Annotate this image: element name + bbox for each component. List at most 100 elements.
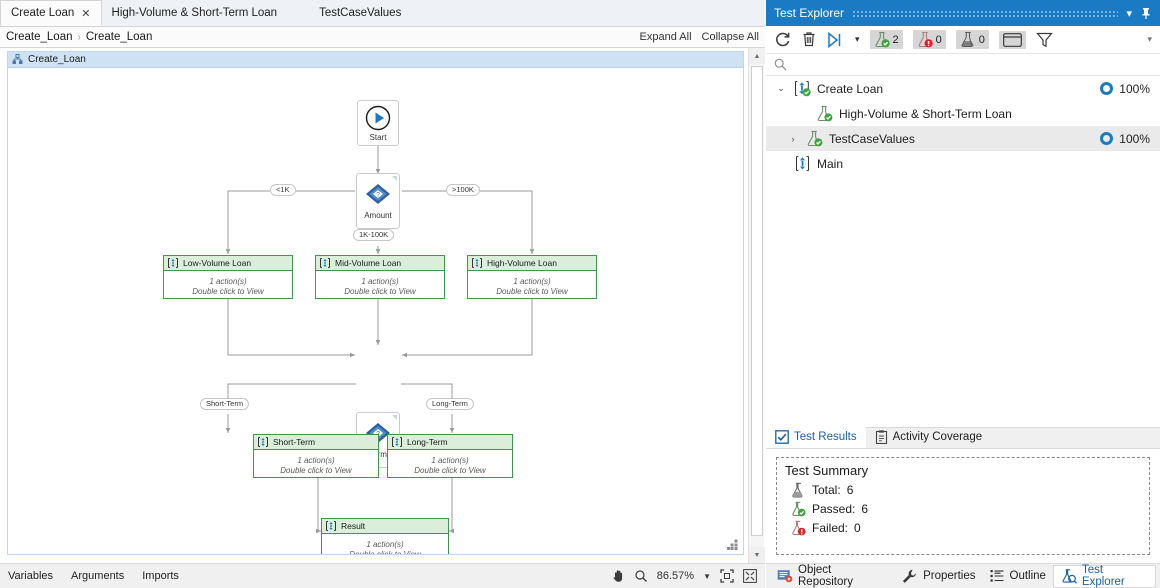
node-start[interactable]: Start — [357, 100, 399, 146]
flowchart-canvas[interactable]: Create_Loan Start ? Amount <1K >100K 1K-… — [7, 51, 744, 555]
node-sequence-result[interactable]: Result 1 action(s) Double click to View — [321, 518, 449, 555]
document-tab-create-loan[interactable]: Create Loan ✕ — [0, 0, 102, 26]
breadcrumb: Create_Loan › Create_Loan Expand All Col… — [0, 27, 765, 48]
tree-item-label: High-Volume & Short-Term Loan — [839, 106, 1012, 121]
chevron-down-icon[interactable]: ▾ — [1126, 7, 1132, 20]
expand-all-button[interactable]: Expand All — [640, 31, 692, 43]
failed-tests-filter[interactable]: 0 — [912, 30, 946, 49]
summary-value: 6 — [846, 483, 854, 497]
designer-vertical-scrollbar[interactable]: ▲ ▼ — [748, 48, 765, 563]
arguments-button[interactable]: Arguments — [71, 570, 124, 582]
project-passed-icon — [794, 80, 811, 97]
node-sequence-long-term[interactable]: Long-Term 1 action(s) Double click to Vi… — [387, 434, 513, 478]
wrench-icon — [902, 569, 918, 583]
tree-item-testcasevalues[interactable]: › TestCaseValues 100% — [766, 126, 1160, 151]
node-sequence-low-volume[interactable]: Low-Volume Loan 1 action(s) Double click… — [163, 255, 293, 299]
sequence-title: Result — [341, 521, 366, 531]
scroll-down-icon[interactable]: ▼ — [749, 547, 765, 563]
flowchart-icon — [12, 54, 23, 65]
close-icon[interactable]: ✕ — [81, 7, 90, 20]
flowchart-body[interactable]: Start ? Amount <1K >100K 1K-100K Low-Vol… — [8, 68, 743, 554]
summary-label: Passed: — [812, 502, 856, 516]
run-icon[interactable] — [827, 31, 845, 48]
expand-collapse-group: Expand All Collapse All — [640, 31, 759, 43]
chevron-down-icon[interactable]: ▾ — [855, 34, 860, 45]
tree-item-high-volume-short-term-loan[interactable]: High-Volume & Short-Term Loan — [766, 101, 1160, 126]
node-sequence-short-term[interactable]: Short-Term 1 action(s) Double click to V… — [253, 434, 379, 478]
passed-tests-filter[interactable]: 2 — [869, 30, 903, 49]
zoom-dropdown-icon[interactable]: ▼ — [703, 572, 711, 581]
sequence-icon — [472, 258, 482, 268]
node-start-label: Start — [369, 132, 387, 142]
dock-tab-test-explorer[interactable]: Test Explorer — [1052, 564, 1156, 588]
dock-tab-bar: Object Repository Properties Outline Tes… — [766, 563, 1160, 588]
document-tab-label: High-Volume & Short-Term Loan — [111, 7, 278, 19]
canvas-resize-grip[interactable] — [727, 539, 738, 550]
toolbar-overflow-icon[interactable]: ▾ — [1147, 34, 1152, 45]
test-tree[interactable]: ⌄ Create Loan 100% High-Volume & Short-T… — [766, 76, 1160, 427]
flask-icon — [791, 482, 806, 498]
zoom-magnifier-icon[interactable] — [634, 569, 648, 583]
search-input[interactable] — [793, 57, 1152, 72]
pan-hand-icon[interactable] — [611, 569, 625, 583]
tree-item-main[interactable]: Main — [766, 151, 1160, 176]
sequence-body: 1 action(s) Double click to View — [468, 271, 596, 303]
tab-test-results[interactable]: Test Results — [766, 426, 866, 448]
drag-grip[interactable] — [852, 9, 1119, 17]
sequence-hint: Double click to View — [192, 287, 264, 296]
designer-canvas-area: Create_Loan Start ? Amount <1K >100K 1K-… — [0, 48, 765, 563]
summary-row-total: Total: 6 — [791, 482, 1141, 498]
flask-icon — [960, 31, 976, 48]
failed-count: 0 — [935, 33, 942, 46]
dock-tab-properties[interactable]: Properties — [895, 565, 982, 588]
fit-to-screen-icon[interactable] — [720, 569, 734, 583]
sequence-title: Mid-Volume Loan — [335, 258, 402, 268]
chevron-right-icon[interactable]: › — [786, 134, 800, 144]
imports-button[interactable]: Imports — [142, 570, 179, 582]
tab-activity-coverage[interactable]: Activity Coverage — [866, 426, 991, 448]
collapse-all-button[interactable]: Collapse All — [702, 31, 759, 43]
tree-item-label: Main — [817, 156, 844, 171]
expand-canvas-icon[interactable] — [743, 569, 757, 583]
node-sequence-high-volume[interactable]: High-Volume Loan 1 action(s) Double clic… — [467, 255, 597, 299]
sequence-body: 1 action(s) Double click to View — [388, 450, 512, 482]
dock-tab-outline[interactable]: Outline — [983, 565, 1053, 588]
document-tab-label: TestCaseValues — [319, 7, 402, 19]
pin-icon[interactable] — [1140, 7, 1152, 20]
sequence-header: Long-Term — [388, 435, 512, 450]
scrollbar-thumb[interactable] — [751, 66, 763, 536]
breadcrumb-current[interactable]: Create_Loan — [86, 31, 153, 43]
test-results-panel: Test Summary Total: 6 Passed: 6 Failed: … — [766, 449, 1160, 563]
sequence-icon — [258, 437, 268, 447]
scroll-up-icon[interactable]: ▲ — [749, 48, 765, 64]
dock-tab-object-repository[interactable]: Object Repository — [770, 564, 895, 588]
document-tab-high-volume[interactable]: High-Volume & Short-Term Loan — [101, 0, 288, 26]
test-search-bar[interactable] — [766, 54, 1160, 76]
trash-icon[interactable] — [801, 31, 817, 48]
sequence-hint: Double click to View — [349, 550, 421, 555]
document-tab-testcasevalues[interactable]: TestCaseValues — [309, 0, 412, 26]
node-decision-amount[interactable]: ? Amount — [356, 173, 400, 229]
sequence-header: High-Volume Loan — [468, 256, 596, 271]
edge-label-1k-100k: 1K-100K — [353, 229, 395, 242]
designer-pane: Create Loan ✕ High-Volume & Short-Term L… — [0, 0, 765, 588]
tree-item-create-loan[interactable]: ⌄ Create Loan 100% — [766, 76, 1160, 101]
coverage-percent: 100% — [1119, 131, 1150, 146]
summary-label: Total: — [812, 483, 841, 497]
sequence-action-count: 1 action(s) — [366, 540, 404, 549]
designer-status-bar: Variables Arguments Imports 86.57% ▼ — [0, 563, 765, 588]
test-summary-box: Test Summary Total: 6 Passed: 6 Failed: … — [776, 457, 1150, 555]
tree-item-label: Create Loan — [817, 81, 884, 96]
zoom-controls: 86.57% ▼ — [611, 569, 757, 583]
variables-button[interactable]: Variables — [8, 570, 53, 582]
sequence-icon — [168, 258, 178, 268]
summary-value: 0 — [854, 521, 861, 535]
node-sequence-mid-volume[interactable]: Mid-Volume Loan 1 action(s) Double click… — [315, 255, 445, 299]
breadcrumb-root[interactable]: Create_Loan — [6, 31, 73, 43]
chevron-down-icon[interactable]: ⌄ — [774, 83, 788, 94]
funnel-icon[interactable] — [1036, 32, 1053, 48]
output-window-icon[interactable] — [998, 30, 1026, 49]
notrun-tests-filter[interactable]: 0 — [955, 30, 989, 49]
sequence-title: Short-Term — [273, 437, 316, 447]
refresh-icon[interactable] — [774, 31, 791, 48]
